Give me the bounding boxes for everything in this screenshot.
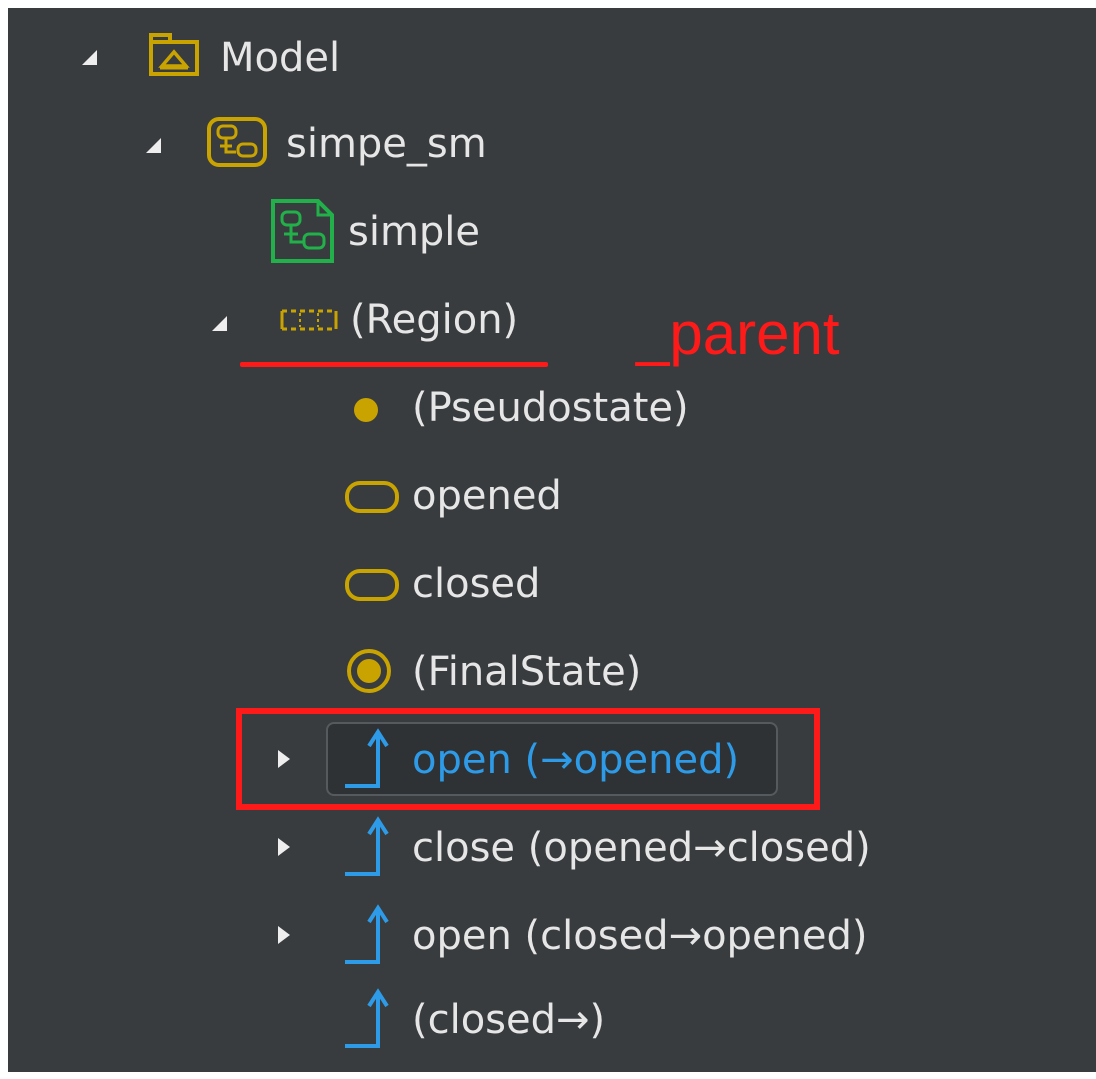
tree-item-transition[interactable]: (closed→): [8, 980, 1096, 1060]
state-icon: [344, 480, 400, 518]
tree-item-state-machine[interactable]: simpe_sm: [8, 104, 1096, 184]
expand-arrow-icon[interactable]: [278, 838, 290, 856]
tree-item-label: (Pseudostate): [412, 385, 689, 431]
tree-item-label: simpe_sm: [286, 121, 487, 167]
expand-arrow-icon[interactable]: [146, 138, 161, 153]
final-state-icon: [346, 648, 392, 698]
tree-item-state-closed[interactable]: closed: [8, 544, 1096, 624]
tree-item-label: opened: [412, 473, 562, 519]
tree-item-label: open (closed→opened): [412, 913, 868, 959]
tree-item-label: close (opened→closed): [412, 825, 871, 871]
tree-item-label: Model: [220, 35, 341, 81]
tree-item-label: (Region): [350, 297, 519, 343]
tree-item-label: simple: [348, 209, 481, 255]
model-explorer-tree: Model simpe_sm simple (Region) (Pseudost…: [8, 8, 1096, 1072]
tree-item-state-opened[interactable]: opened: [8, 456, 1096, 536]
tree-item-pseudostate[interactable]: (Pseudostate): [8, 368, 1096, 448]
tree-item-transition[interactable]: open (closed→opened): [8, 896, 1096, 976]
expand-arrow-icon[interactable]: [212, 316, 227, 331]
region-icon: [278, 308, 340, 336]
state-icon: [344, 568, 400, 606]
annotation-underline: [240, 362, 548, 367]
state-machine-diagram-icon: [270, 198, 336, 268]
tree-item-transition[interactable]: close (opened→closed): [8, 808, 1096, 888]
tree-item-diagram[interactable]: simple: [8, 192, 1096, 272]
tree-item-label: (FinalState): [412, 649, 642, 695]
tree-item-label: (closed→): [412, 997, 606, 1043]
expand-arrow-icon[interactable]: [82, 50, 97, 65]
expand-arrow-icon[interactable]: [278, 926, 290, 944]
tree-item-label: closed: [412, 561, 541, 607]
annotation-highlight-box: [236, 708, 820, 810]
annotation-parent-label: _parent: [636, 300, 840, 367]
state-machine-icon: [206, 116, 270, 172]
tree-item-final-state[interactable]: (FinalState): [8, 630, 1096, 710]
transition-icon: [342, 814, 398, 884]
tree-item-region[interactable]: (Region): [8, 280, 1096, 360]
transition-icon: [342, 986, 398, 1056]
package-icon: [148, 30, 202, 82]
initial-pseudostate-icon: [352, 396, 380, 428]
transition-icon: [342, 902, 398, 972]
tree-item-model[interactable]: Model: [8, 16, 1096, 96]
